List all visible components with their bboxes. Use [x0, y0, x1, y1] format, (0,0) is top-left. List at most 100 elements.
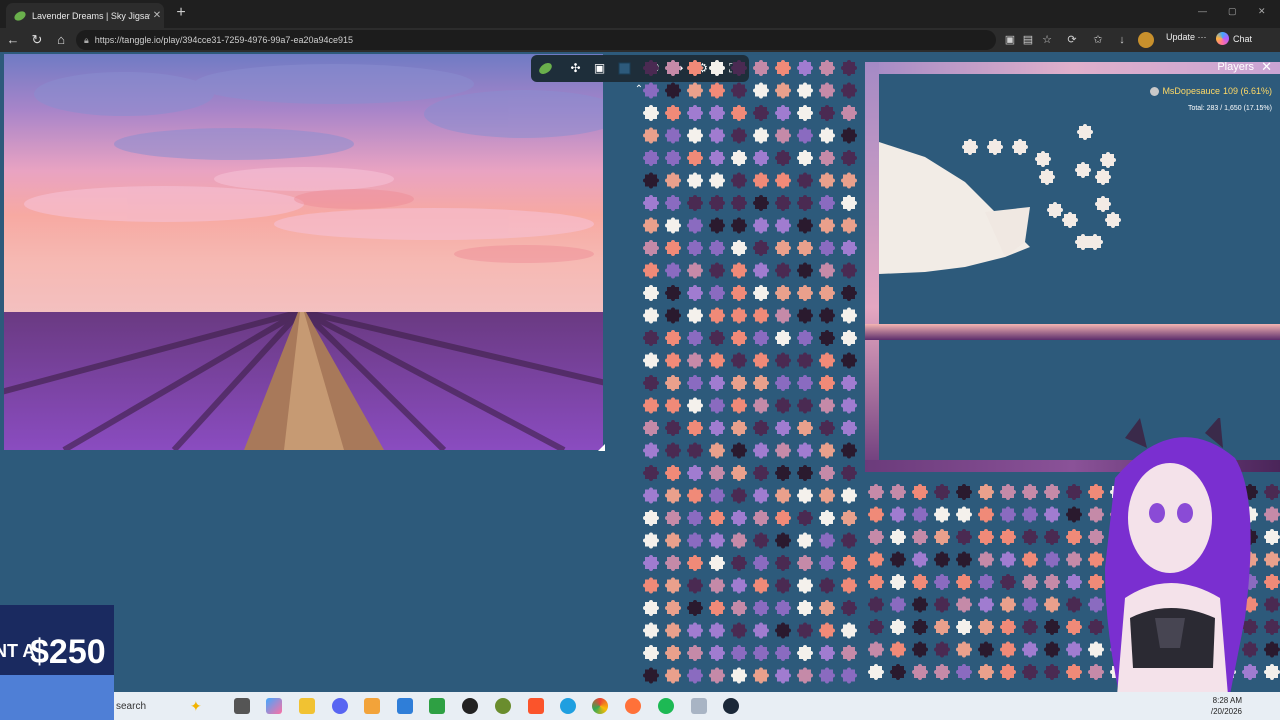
puzzle-piece[interactable]	[665, 217, 681, 234]
puzzle-piece[interactable]	[841, 487, 857, 504]
puzzle-piece[interactable]	[819, 240, 835, 256]
puzzle-piece[interactable]	[1000, 551, 1016, 568]
puzzle-piece[interactable]	[1066, 529, 1082, 545]
puzzle-piece[interactable]	[709, 645, 725, 661]
puzzle-piece[interactable]	[753, 285, 769, 301]
puzzle-piece[interactable]	[687, 330, 703, 346]
puzzle-piece[interactable]	[934, 619, 950, 635]
reader-mode-icon[interactable]: ▤	[1020, 32, 1036, 48]
puzzle-piece[interactable]	[731, 645, 747, 661]
extensions-icon[interactable]: ⟳	[1064, 32, 1080, 48]
puzzle-piece[interactable]	[1066, 664, 1082, 680]
puzzle-piece[interactable]	[643, 600, 659, 616]
puzzle-piece[interactable]	[1066, 551, 1082, 568]
puzzle-piece[interactable]	[868, 596, 884, 613]
puzzle-piece[interactable]	[687, 82, 703, 99]
puzzle-piece[interactable]	[912, 596, 928, 613]
puzzle-piece[interactable]	[1047, 202, 1063, 218]
puzzle-piece[interactable]	[1000, 529, 1016, 545]
puzzle-piece[interactable]	[797, 307, 813, 324]
brave-icon[interactable]	[528, 698, 544, 714]
puzzle-piece[interactable]	[753, 105, 769, 121]
puzzle-piece[interactable]	[665, 307, 681, 324]
puzzle-piece[interactable]	[643, 217, 659, 234]
puzzle-piece[interactable]	[934, 641, 950, 658]
puzzle-piece[interactable]	[978, 664, 994, 680]
spotify-icon[interactable]	[658, 698, 674, 714]
puzzle-piece[interactable]	[841, 532, 857, 549]
reference-image[interactable]	[4, 54, 603, 450]
puzzle-piece[interactable]	[687, 375, 703, 391]
puzzle-piece[interactable]	[687, 172, 703, 189]
puzzle-piece[interactable]	[731, 420, 747, 436]
puzzle-piece[interactable]	[819, 510, 835, 526]
puzzle-piece[interactable]	[709, 352, 725, 369]
app-icon-gray[interactable]	[691, 698, 707, 714]
puzzle-piece[interactable]	[1066, 619, 1082, 635]
puzzle-piece[interactable]	[731, 667, 747, 684]
puzzle-piece[interactable]	[687, 420, 703, 436]
puzzle-piece[interactable]	[841, 330, 857, 346]
puzzle-piece[interactable]	[912, 484, 928, 500]
puzzle-piece[interactable]	[978, 641, 994, 658]
puzzle-piece[interactable]	[841, 217, 857, 234]
browser-tab[interactable]: Lavender Dreams | Sky Jigsaw ✕	[6, 3, 164, 28]
puzzle-piece[interactable]	[753, 262, 769, 279]
puzzle-piece[interactable]	[797, 262, 813, 279]
puzzle-piece[interactable]	[643, 172, 659, 189]
file-explorer-icon[interactable]	[299, 698, 315, 714]
puzzle-piece[interactable]	[819, 262, 835, 279]
puzzle-piece[interactable]	[753, 465, 769, 481]
puzzle-piece[interactable]	[643, 262, 659, 279]
puzzle-piece[interactable]	[797, 667, 813, 684]
puzzle-piece[interactable]	[868, 529, 884, 545]
puzzle-piece[interactable]	[753, 510, 769, 526]
puzzle-piece[interactable]	[753, 577, 769, 594]
puzzle-piece[interactable]	[1000, 506, 1016, 523]
loose-pieces-column[interactable]	[640, 58, 865, 692]
puzzle-piece[interactable]	[1066, 596, 1082, 613]
puzzle-piece[interactable]	[934, 664, 950, 680]
puzzle-piece[interactable]	[841, 150, 857, 166]
puzzle-piece[interactable]	[709, 555, 725, 571]
puzzle-piece[interactable]	[775, 240, 791, 256]
puzzle-piece[interactable]	[1022, 664, 1038, 680]
app-icon-green[interactable]	[495, 698, 511, 714]
puzzle-piece[interactable]	[1044, 529, 1060, 545]
puzzle-piece[interactable]	[1077, 124, 1093, 140]
puzzle-piece[interactable]	[819, 667, 835, 684]
puzzle-piece-icon[interactable]: ✣	[567, 60, 584, 77]
puzzle-piece[interactable]	[1022, 529, 1038, 545]
puzzle-piece[interactable]	[912, 619, 928, 635]
puzzle-piece[interactable]	[687, 645, 703, 661]
puzzle-piece[interactable]	[643, 532, 659, 549]
puzzle-piece[interactable]	[665, 622, 681, 639]
puzzle-piece[interactable]	[1022, 619, 1038, 635]
puzzle-piece[interactable]	[753, 420, 769, 436]
puzzle-piece[interactable]	[687, 307, 703, 324]
puzzle-piece[interactable]	[797, 420, 813, 436]
puzzle-piece[interactable]	[643, 195, 659, 211]
puzzle-piece[interactable]	[797, 532, 813, 549]
puzzle-piece[interactable]	[665, 60, 681, 76]
puzzle-piece[interactable]	[797, 487, 813, 504]
puzzle-piece[interactable]	[665, 420, 681, 436]
puzzle-piece[interactable]	[912, 529, 928, 545]
discord-icon[interactable]	[332, 698, 348, 714]
home-icon[interactable]: ⌂	[52, 31, 70, 49]
puzzle-piece[interactable]	[687, 105, 703, 121]
puzzle-piece[interactable]	[1022, 506, 1038, 523]
puzzle-piece[interactable]	[731, 217, 747, 234]
puzzle-piece[interactable]	[687, 442, 703, 459]
puzzle-piece[interactable]	[868, 506, 884, 523]
puzzle-piece[interactable]	[797, 105, 813, 121]
puzzle-piece[interactable]	[643, 555, 659, 571]
puzzle-piece[interactable]	[841, 397, 857, 414]
puzzle-piece[interactable]	[962, 139, 978, 155]
puzzle-piece[interactable]	[797, 217, 813, 234]
puzzle-piece[interactable]	[665, 645, 681, 661]
url-bar[interactable]: 🔒︎ https://tanggle.io/play/394cce31-7259…	[76, 30, 996, 50]
puzzle-piece[interactable]	[753, 375, 769, 391]
puzzle-piece[interactable]	[775, 667, 791, 684]
puzzle-piece[interactable]	[643, 442, 659, 459]
